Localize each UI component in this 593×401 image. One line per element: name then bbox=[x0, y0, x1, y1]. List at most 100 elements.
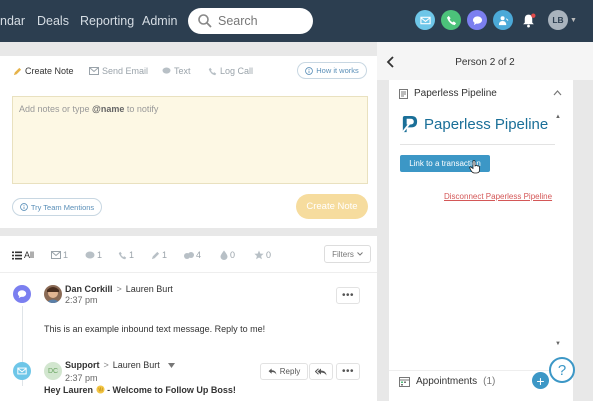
filter-calls[interactable]: 1 bbox=[118, 250, 134, 260]
team-mentions-button[interactable]: Try Team Mentions bbox=[12, 198, 102, 216]
info-icon bbox=[305, 66, 314, 75]
calendar-icon bbox=[399, 377, 410, 387]
more-options-button[interactable]: ••• bbox=[336, 363, 360, 380]
recipient-name[interactable]: Lauren Burt bbox=[113, 360, 160, 370]
user-avatar[interactable]: LB bbox=[548, 10, 568, 30]
filter-all-label: All bbox=[24, 250, 35, 260]
filter-activity-count: 4 bbox=[196, 250, 202, 260]
tab-log-call[interactable]: Log Call bbox=[208, 66, 253, 76]
person-icon bbox=[498, 15, 508, 25]
chat-icon bbox=[162, 67, 171, 74]
arrow-icon: > bbox=[116, 284, 122, 294]
text-message-marker bbox=[13, 285, 31, 303]
reply-all-button[interactable] bbox=[309, 363, 333, 380]
drop-icon bbox=[220, 250, 228, 260]
filter-text[interactable]: 1 bbox=[85, 250, 102, 260]
filter-starred-count: 0 bbox=[266, 250, 272, 260]
more-options-button[interactable]: ••• bbox=[336, 287, 360, 304]
card-header[interactable]: Paperless Pipeline bbox=[399, 88, 497, 99]
feed-item-time: 2:37 pm bbox=[65, 295, 98, 305]
scroll-up-arrow[interactable]: ▲ bbox=[555, 114, 561, 120]
filter-email-count: 1 bbox=[63, 250, 69, 260]
envelope-icon bbox=[51, 251, 61, 259]
filter-notes-count: 1 bbox=[162, 250, 168, 260]
help-button[interactable]: ? bbox=[549, 357, 575, 383]
filter-notes[interactable]: 1 bbox=[151, 250, 167, 260]
top-nav: ndar Deals Reporting Admin Search LB ▼ bbox=[0, 0, 593, 42]
pencil-icon bbox=[13, 67, 22, 75]
filter-email[interactable]: 1 bbox=[51, 250, 68, 260]
notes-textarea[interactable]: Add notes or type @name to notify bbox=[12, 96, 368, 184]
nav-reporting[interactable]: Reporting bbox=[80, 14, 134, 28]
team-mentions-label: Try Team Mentions bbox=[30, 202, 95, 212]
logo-divider bbox=[400, 144, 555, 145]
tab-text-label: Text bbox=[174, 66, 191, 76]
agent-button[interactable] bbox=[493, 10, 513, 30]
text-button[interactable] bbox=[467, 10, 487, 30]
filter-starred[interactable]: 0 bbox=[254, 250, 271, 260]
filter-all[interactable]: All bbox=[12, 250, 34, 260]
hand-cursor-icon bbox=[469, 160, 480, 174]
arrow-icon: > bbox=[103, 360, 109, 370]
filters-dropdown[interactable]: Filters bbox=[324, 245, 371, 263]
how-it-works-button[interactable]: How it works bbox=[297, 62, 367, 79]
chevron-up-icon[interactable] bbox=[553, 89, 562, 97]
paperless-pipeline-logo: Paperless Pipeline bbox=[400, 115, 548, 134]
logo-text: Paperless Pipeline bbox=[424, 116, 549, 133]
email-icon bbox=[17, 367, 27, 375]
tab-create-note-label: Create Note bbox=[25, 66, 74, 76]
filter-text-count: 1 bbox=[97, 250, 103, 260]
call-button[interactable] bbox=[441, 10, 461, 30]
pin-icon bbox=[151, 251, 160, 259]
appointments-header: Appointments (1) bbox=[399, 376, 495, 387]
tab-text[interactable]: Text bbox=[162, 66, 191, 76]
feed-item-subject: Hey Lauren - Welcome to Follow Up Boss! bbox=[44, 385, 236, 395]
list-icon bbox=[12, 251, 22, 259]
bell-icon bbox=[522, 13, 535, 27]
recipient-name[interactable]: Lauren Burt bbox=[126, 284, 173, 294]
chat-icon bbox=[17, 290, 27, 299]
nav-calendar[interactable]: ndar bbox=[0, 14, 25, 28]
search-input[interactable]: Search bbox=[218, 14, 258, 28]
document-icon bbox=[399, 88, 408, 99]
search-icon bbox=[198, 14, 212, 28]
email-marker bbox=[13, 362, 31, 380]
phone-icon bbox=[446, 15, 456, 25]
notifications-button[interactable] bbox=[518, 10, 538, 30]
scroll-down-arrow[interactable]: ▼ bbox=[555, 341, 561, 347]
person-panel-header: Person 2 of 2 bbox=[377, 42, 593, 80]
person-counter: Person 2 of 2 bbox=[455, 57, 515, 68]
search-box[interactable]: Search bbox=[188, 8, 313, 34]
tab-send-email[interactable]: Send Email bbox=[89, 66, 148, 76]
filter-calls-count: 1 bbox=[129, 250, 135, 260]
phone-icon bbox=[118, 251, 127, 259]
filter-drip-count: 0 bbox=[230, 250, 236, 260]
add-appointment-button[interactable]: + bbox=[532, 372, 549, 389]
email-button[interactable] bbox=[415, 10, 435, 30]
email-icon bbox=[419, 16, 431, 24]
feed-item-time: 2:37 pm bbox=[65, 373, 98, 383]
tab-log-call-label: Log Call bbox=[220, 66, 254, 76]
note-composer: Create Note Send Email Text Log Call How… bbox=[0, 56, 377, 228]
feed-divider bbox=[0, 272, 377, 273]
filter-activity[interactable]: 4 bbox=[184, 250, 201, 260]
user-menu-caret[interactable]: ▼ bbox=[570, 17, 577, 24]
disconnect-link[interactable]: Disconnect Paperless Pipeline bbox=[444, 192, 552, 201]
create-note-button[interactable]: Create Note bbox=[296, 194, 368, 219]
tab-create-note[interactable]: Create Note bbox=[13, 66, 74, 76]
chevron-down-icon[interactable] bbox=[167, 362, 175, 368]
filter-drip[interactable]: 0 bbox=[220, 250, 235, 260]
envelope-icon bbox=[89, 67, 99, 75]
reply-button[interactable]: Reply bbox=[260, 363, 308, 380]
reply-label: Reply bbox=[279, 367, 301, 376]
sender-name[interactable]: Dan Corkill bbox=[65, 284, 113, 294]
filters-dropdown-label: Filters bbox=[332, 249, 354, 259]
paperless-pipeline-card: Paperless Pipeline Paperless Pipeline ▲ … bbox=[389, 80, 573, 370]
card-title: Paperless Pipeline bbox=[414, 88, 497, 99]
sender-name[interactable]: Support bbox=[65, 360, 100, 370]
feed-item-header: Support > Lauren Burt bbox=[65, 360, 175, 370]
nav-admin[interactable]: Admin bbox=[142, 14, 177, 28]
feed-item-message: This is an example inbound text message.… bbox=[44, 324, 266, 334]
appointments-count: (1) bbox=[483, 376, 496, 387]
nav-deals[interactable]: Deals bbox=[37, 14, 69, 28]
